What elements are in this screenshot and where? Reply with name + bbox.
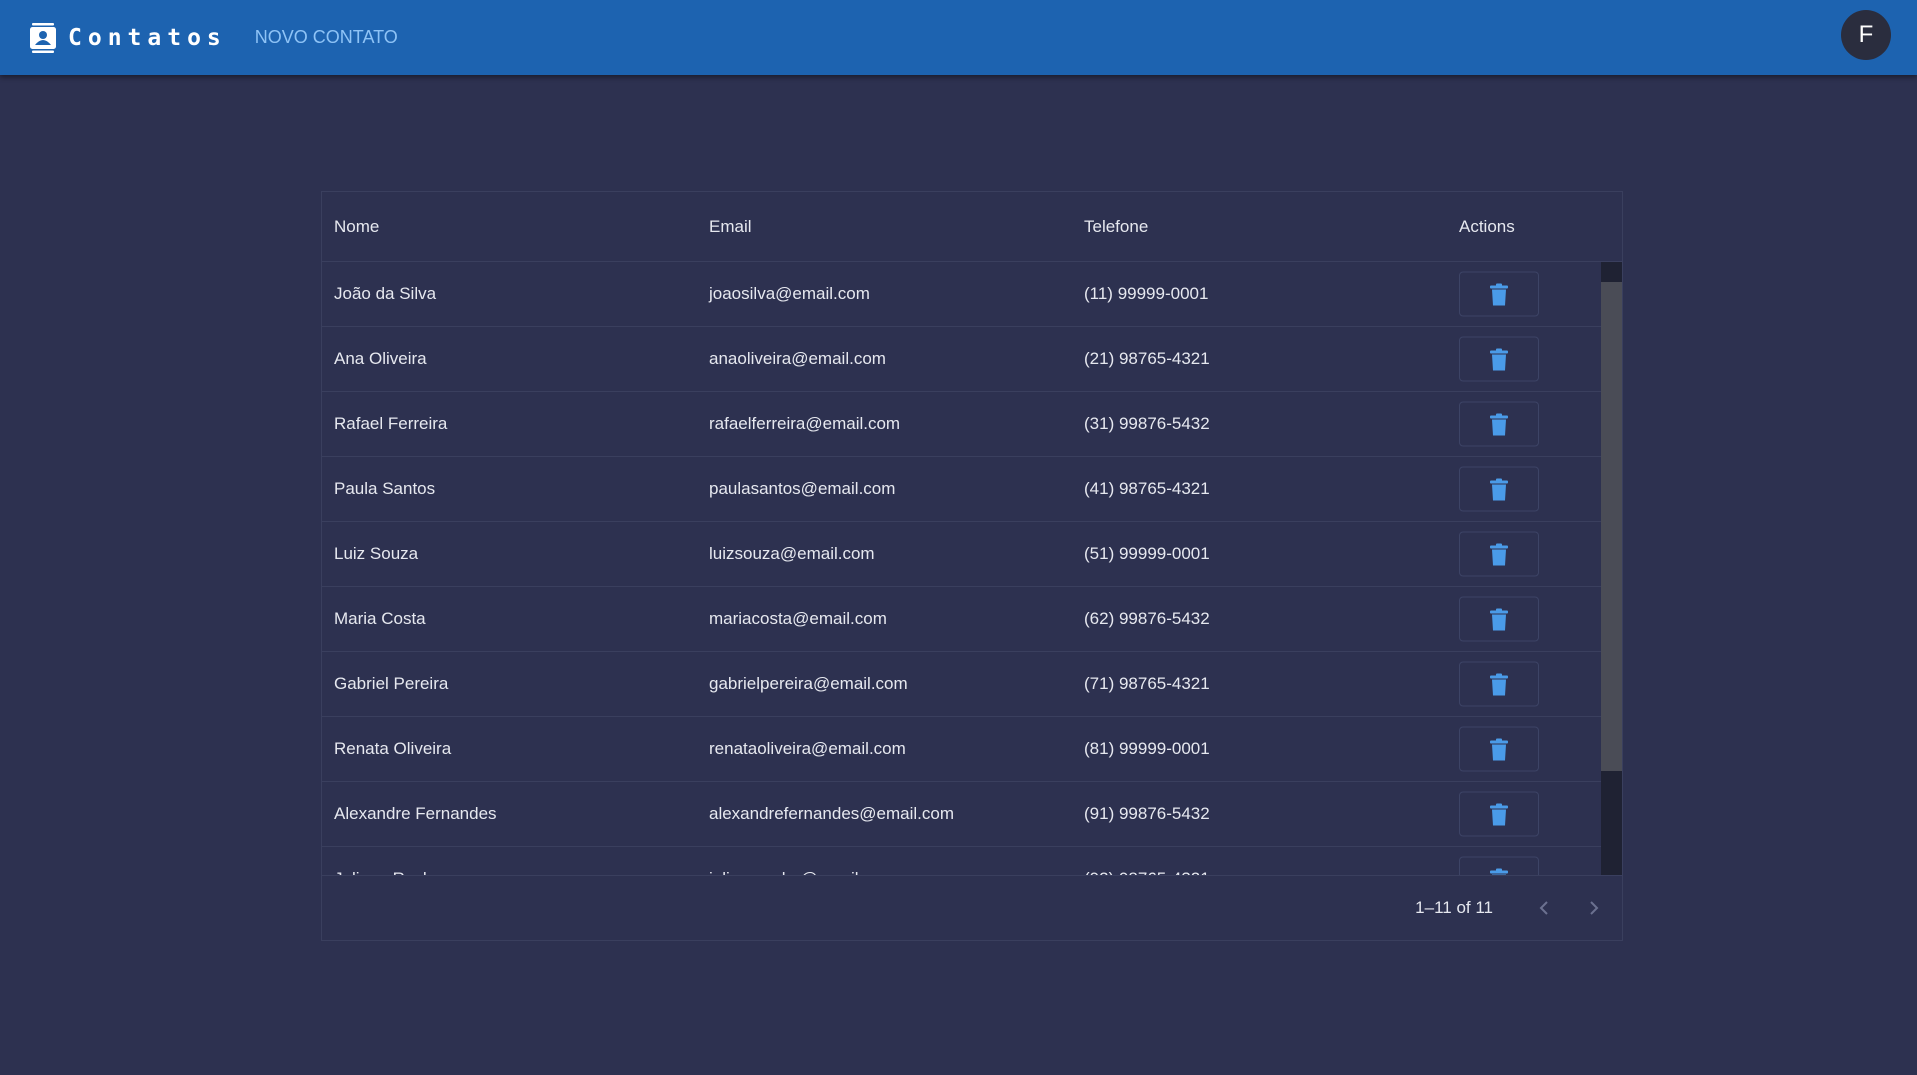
table-row[interactable]: Alexandre Fernandes alexandrefernandes@em… <box>322 782 1622 847</box>
grid-header: Nome Email Telefone Actions <box>322 192 1622 262</box>
delete-button[interactable] <box>1459 726 1539 772</box>
trash-icon <box>1490 868 1508 875</box>
trash-icon <box>1490 803 1508 825</box>
grid-body: João da Silva joaosilva@email.com (11) 999… <box>322 262 1622 875</box>
cell-telefone: (81) 99999-0001 <box>1084 739 1210 758</box>
cell-email: alexandrefernandes@email.com <box>709 804 954 823</box>
cell-email: paulasantos@email.com <box>709 479 896 498</box>
cell-telefone: (21) 98765-4321 <box>1084 349 1210 368</box>
delete-button[interactable] <box>1459 466 1539 512</box>
cell-telefone: (51) 99999-0001 <box>1084 544 1210 563</box>
contacts-grid: Nome Email Telefone Actions João da Silv… <box>321 191 1623 941</box>
table-row[interactable]: Paula Santos paulasantos@email.com (41) 98… <box>322 457 1622 522</box>
delete-button[interactable] <box>1459 856 1539 875</box>
table-row[interactable]: João da Silva joaosilva@email.com (11) 999… <box>322 262 1622 327</box>
trash-icon <box>1490 413 1508 435</box>
avatar[interactable]: F <box>1841 10 1891 60</box>
cell-nome: Rafael Ferreira <box>334 414 448 433</box>
cell-nome: Ana Oliveira <box>334 349 427 368</box>
chevron-right-icon[interactable] <box>1580 894 1608 922</box>
delete-button[interactable] <box>1459 596 1539 642</box>
chevron-left-icon[interactable] <box>1530 894 1558 922</box>
cell-telefone: (91) 99876-5432 <box>1084 804 1210 823</box>
delete-button[interactable] <box>1459 791 1539 837</box>
cell-email: luizsouza@email.com <box>709 544 875 563</box>
trash-icon <box>1490 608 1508 630</box>
cell-telefone: (31) 99876-5432 <box>1084 414 1210 433</box>
cell-nome: Paula Santos <box>334 479 436 498</box>
table-row[interactable]: Juliana Rochajulianarocha@email.com(92) … <box>322 847 1622 875</box>
cell-telefone: (11) 99999-0001 <box>1084 284 1209 303</box>
cell-email: joaosilva@email.com <box>709 284 870 303</box>
cell-telefone: (41) 98765-4321 <box>1084 479 1210 498</box>
trash-icon <box>1490 738 1508 760</box>
scrollbar-thumb[interactable] <box>1601 282 1622 771</box>
cell-email: renataoliveira@email.com <box>709 739 906 758</box>
cell-nome: Gabriel Pereira <box>334 674 449 693</box>
column-header-nome[interactable]: Nome <box>334 217 379 237</box>
cell-nome: Alexandre Fernandes <box>334 804 497 823</box>
app-bar: Contatos NOVO CONTATO F <box>0 0 1917 75</box>
vertical-scrollbar[interactable] <box>1601 262 1622 875</box>
delete-button[interactable] <box>1459 661 1539 707</box>
cell-telefone: (71) 98765-4321 <box>1084 674 1210 693</box>
table-row[interactable]: Rafael Ferreira rafaelferreira@email.com (… <box>322 392 1622 457</box>
trash-icon <box>1490 673 1508 695</box>
delete-button[interactable] <box>1459 336 1539 382</box>
trash-icon <box>1490 348 1508 370</box>
cell-email: gabrielpereira@email.com <box>709 674 908 693</box>
grid-footer: 1–11 of 11 <box>322 875 1622 940</box>
cell-email: rafaelferreira@email.com <box>709 414 901 433</box>
cell-email: mariacosta@email.com <box>709 609 887 628</box>
column-header-actions: Actions <box>1459 216 1515 236</box>
table-row[interactable]: Renata Oliveira renataoliveira@email.com (… <box>322 717 1622 782</box>
delete-button[interactable] <box>1459 401 1539 447</box>
cell-telefone: (62) 99876-5432 <box>1084 609 1210 628</box>
pagination-label: 1–11 of 11 <box>1415 898 1493 917</box>
column-header-email[interactable]: Email <box>709 217 752 237</box>
cell-nome: Renata Oliveira <box>334 739 452 758</box>
trash-icon <box>1490 478 1508 500</box>
app-title: Contatos <box>68 24 227 51</box>
brand: Contatos <box>30 22 227 54</box>
delete-button[interactable] <box>1459 271 1539 317</box>
new-contact-link[interactable]: NOVO CONTATO <box>255 27 398 48</box>
cell-nome: João da Silva <box>334 284 437 303</box>
contact-card-icon <box>30 22 58 54</box>
table-row[interactable]: Luiz Souza luizsouza@email.com (51) 99999-… <box>322 522 1622 587</box>
cell-nome: Maria Costa <box>334 609 426 628</box>
table-row[interactable]: Maria Costa mariacosta@email.com (62) 9987… <box>322 587 1622 652</box>
delete-button[interactable] <box>1459 531 1539 577</box>
cell-nome: Luiz Souza <box>334 544 419 563</box>
table-row[interactable]: Ana Oliveira anaoliveira@email.com (21) 98… <box>322 327 1622 392</box>
column-header-telefone[interactable]: Telefone <box>1084 217 1148 237</box>
cell-email: anaoliveira@email.com <box>709 349 886 368</box>
table-row[interactable]: Gabriel Pereira gabrielpereira@email.com (… <box>322 652 1622 717</box>
trash-icon <box>1490 543 1508 565</box>
trash-icon <box>1490 283 1508 305</box>
